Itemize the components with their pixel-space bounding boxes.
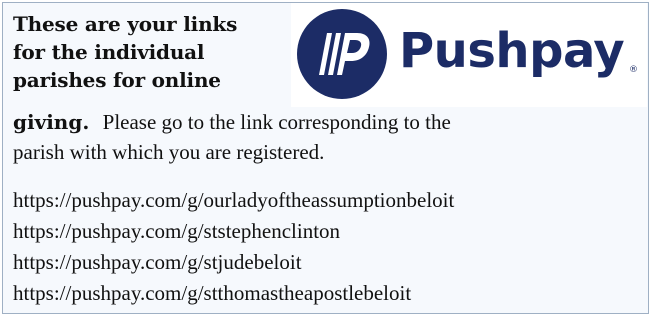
pushpay-logo: Pushpay ®	[291, 3, 647, 107]
heading-line-2: for the individual	[13, 40, 205, 64]
registered-trademark: ®	[629, 65, 638, 75]
parish-link[interactable]: https://pushpay.com/g/ourladyoftheassump…	[13, 185, 454, 216]
parish-giving-notice: These are your links for the individual …	[2, 2, 649, 314]
parish-link[interactable]: https://pushpay.com/g/ststephenclinton	[13, 216, 454, 247]
heading-line-1: These are your links	[13, 12, 238, 36]
heading-line-3: parishes for online	[13, 68, 221, 92]
parish-link[interactable]: https://pushpay.com/g/stthomastheapostle…	[13, 278, 454, 309]
pushpay-wordmark: Pushpay	[399, 23, 625, 79]
instruction-text-line-2: parish with which you are registered.	[13, 140, 325, 164]
heading-line-4: giving.	[13, 110, 90, 134]
giving-instruction-row: giving. Please go to the link correspond…	[13, 109, 451, 135]
instruction-text-line-1: Please go to the link corresponding to t…	[102, 110, 451, 134]
pushpay-p-logo-icon	[297, 9, 387, 99]
parish-link-list: https://pushpay.com/g/ourladyoftheassump…	[13, 185, 454, 309]
parish-link[interactable]: https://pushpay.com/g/stjudebeloit	[13, 247, 454, 278]
